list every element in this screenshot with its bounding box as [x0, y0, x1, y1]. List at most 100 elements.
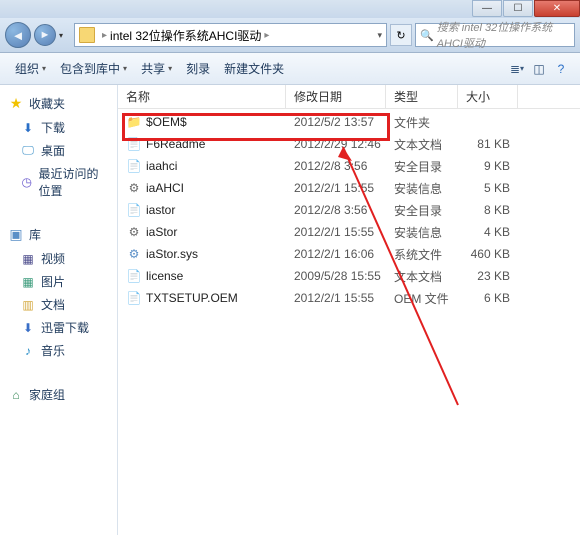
sidebar-item-downloads[interactable]: ⬇下载: [0, 116, 117, 139]
include-in-library-menu[interactable]: 包含到库中▾: [53, 57, 134, 80]
file-size: 5 KB: [458, 181, 518, 195]
table-row[interactable]: ⚙iaAHCI2012/2/1 15:55安装信息5 KB: [118, 177, 580, 199]
sidebar-item-pictures[interactable]: ▦图片: [0, 270, 117, 293]
close-button[interactable]: ✕: [534, 0, 580, 17]
sidebar-item-music[interactable]: ♪音乐: [0, 339, 117, 362]
file-date: 2012/2/1 15:55: [286, 181, 386, 195]
search-placeholder: 搜索 intel 32位操作系统AHCI驱动: [437, 19, 570, 51]
file-name: iastor: [146, 203, 175, 217]
file-name: iaAHCI: [146, 181, 184, 195]
address-dropdown-icon[interactable]: ▾: [377, 30, 382, 41]
file-type-icon: ⚙: [126, 180, 142, 196]
table-row[interactable]: 📄 TXTSETUP.OEM 2012/2/1 15:55OEM 文件6 KB: [118, 287, 580, 309]
music-icon: ♪: [20, 343, 36, 359]
library-icon: ▣: [8, 227, 24, 243]
file-size: 9 KB: [458, 159, 518, 173]
table-row[interactable]: ⚙iaStor.sys2012/2/1 16:06系统文件460 KB: [118, 243, 580, 265]
file-type-icon: 📁: [126, 114, 142, 130]
forward-button[interactable]: ►: [34, 24, 56, 46]
folder-icon: [79, 27, 95, 43]
file-date: 2012/2/1 16:06: [286, 247, 386, 261]
file-name: TXTSETUP.OEM: [146, 291, 238, 305]
file-type: OEM 文件: [386, 290, 458, 307]
file-date: 2012/2/29 12:46: [286, 137, 386, 151]
sidebar-item-desktop[interactable]: 🖵桌面: [0, 139, 117, 162]
file-name: iaahci: [146, 159, 177, 173]
documents-icon: ▥: [20, 297, 36, 313]
sidebar-item-documents[interactable]: ▥文档: [0, 293, 117, 316]
file-size: 8 KB: [458, 203, 518, 217]
maximize-button[interactable]: ☐: [503, 0, 533, 17]
file-name: F6Readme: [146, 137, 205, 151]
file-type-icon: 📄: [126, 290, 142, 306]
new-folder-button[interactable]: 新建文件夹: [217, 57, 291, 80]
main-area: ★ 收藏夹 ⬇下载 🖵桌面 ◷最近访问的位置 ▣ 库 ▦视频 ▦图片 ▥文档 ⬇…: [0, 85, 580, 535]
back-button[interactable]: ◄: [5, 22, 31, 48]
nav-history-dropdown[interactable]: ▾: [59, 31, 71, 40]
window-controls: — ☐ ✕: [472, 0, 580, 17]
favorites-group[interactable]: ★ 收藏夹: [0, 91, 117, 116]
file-date: 2012/2/1 15:55: [286, 291, 386, 305]
table-row[interactable]: 📄 license 2009/5/28 15:55文本文档23 KB: [118, 265, 580, 287]
table-row[interactable]: 📁 $OEM$ 2012/5/2 13:57文件夹: [118, 111, 580, 133]
column-size[interactable]: 大小: [458, 85, 518, 108]
navigation-pane: ★ 收藏夹 ⬇下载 🖵桌面 ◷最近访问的位置 ▣ 库 ▦视频 ▦图片 ▥文档 ⬇…: [0, 85, 118, 535]
file-type: 安全目录: [386, 202, 458, 219]
file-name: license: [146, 269, 183, 283]
table-row[interactable]: ⚙iaStor2012/2/1 15:55安装信息4 KB: [118, 221, 580, 243]
titlebar: — ☐ ✕: [0, 0, 580, 18]
file-name: $OEM$: [146, 115, 187, 129]
search-icon: 🔍: [420, 29, 434, 42]
breadcrumb-separator: ▸: [102, 30, 107, 41]
thunder-icon: ⬇: [20, 320, 36, 336]
video-icon: ▦: [20, 251, 36, 267]
minimize-button[interactable]: —: [472, 0, 502, 17]
file-name: iaStor.sys: [146, 247, 198, 261]
file-date: 2012/2/8 3:56: [286, 203, 386, 217]
file-type: 文件夹: [386, 114, 458, 131]
sidebar-item-thunder[interactable]: ⬇迅雷下载: [0, 316, 117, 339]
address-bar: ◄ ► ▾ ▸ intel 32位操作系统AHCI驱动 ▸ ▾ ↻ 🔍 搜索 i…: [0, 18, 580, 53]
view-options-button[interactable]: ≣ ▾: [506, 58, 528, 80]
pictures-icon: ▦: [20, 274, 36, 290]
column-name[interactable]: 名称: [118, 85, 286, 108]
table-row[interactable]: 📄 iaahci 2012/2/8 3:56安全目录9 KB: [118, 155, 580, 177]
refresh-button[interactable]: ↻: [390, 24, 412, 46]
table-row[interactable]: 📄F6Readme2012/2/29 12:46文本文档81 KB: [118, 133, 580, 155]
breadcrumb-path[interactable]: intel 32位操作系统AHCI驱动: [110, 27, 261, 44]
search-input[interactable]: 🔍 搜索 intel 32位操作系统AHCI驱动: [415, 23, 575, 47]
file-type-icon: ⚙: [126, 224, 142, 240]
file-type: 安全目录: [386, 158, 458, 175]
table-row[interactable]: 📄iastor2012/2/8 3:56安全目录8 KB: [118, 199, 580, 221]
star-icon: ★: [8, 96, 24, 112]
column-type[interactable]: 类型: [386, 85, 458, 108]
file-name: iaStor: [146, 225, 177, 239]
organize-menu[interactable]: 组织▾: [8, 57, 53, 80]
homegroup-icon: ⌂: [8, 387, 24, 403]
file-type: 安装信息: [386, 224, 458, 241]
burn-button[interactable]: 刻录: [179, 57, 217, 80]
sidebar-item-recent[interactable]: ◷最近访问的位置: [0, 162, 117, 202]
file-type: 系统文件: [386, 246, 458, 263]
column-date[interactable]: 修改日期: [286, 85, 386, 108]
file-type-icon: ⚙: [126, 246, 142, 262]
file-type-icon: 📄: [126, 158, 142, 174]
share-menu[interactable]: 共享▾: [134, 57, 179, 80]
address-box[interactable]: ▸ intel 32位操作系统AHCI驱动 ▸ ▾: [74, 23, 387, 47]
file-type: 文本文档: [386, 268, 458, 285]
file-size: 23 KB: [458, 269, 518, 283]
file-size: 4 KB: [458, 225, 518, 239]
file-date: 2012/2/8 3:56: [286, 159, 386, 173]
file-size: 6 KB: [458, 291, 518, 305]
rows-container: 📁 $OEM$ 2012/5/2 13:57文件夹 📄 F6Readme 2012/2/2…: [118, 109, 580, 309]
help-button[interactable]: ?: [550, 58, 572, 80]
library-group[interactable]: ▣ 库: [0, 222, 117, 247]
column-headers: 名称 修改日期 类型 大小: [118, 85, 580, 109]
homegroup-group[interactable]: ⌂ 家庭组: [0, 382, 117, 407]
sidebar-item-video[interactable]: ▦视频: [0, 247, 117, 270]
file-date: 2009/5/28 15:55: [286, 269, 386, 283]
desktop-icon: 🖵: [20, 143, 36, 159]
file-date: 2012/5/2 13:57: [286, 115, 386, 129]
file-type-icon: 📄: [126, 268, 142, 284]
preview-pane-button[interactable]: ◫: [528, 58, 550, 80]
